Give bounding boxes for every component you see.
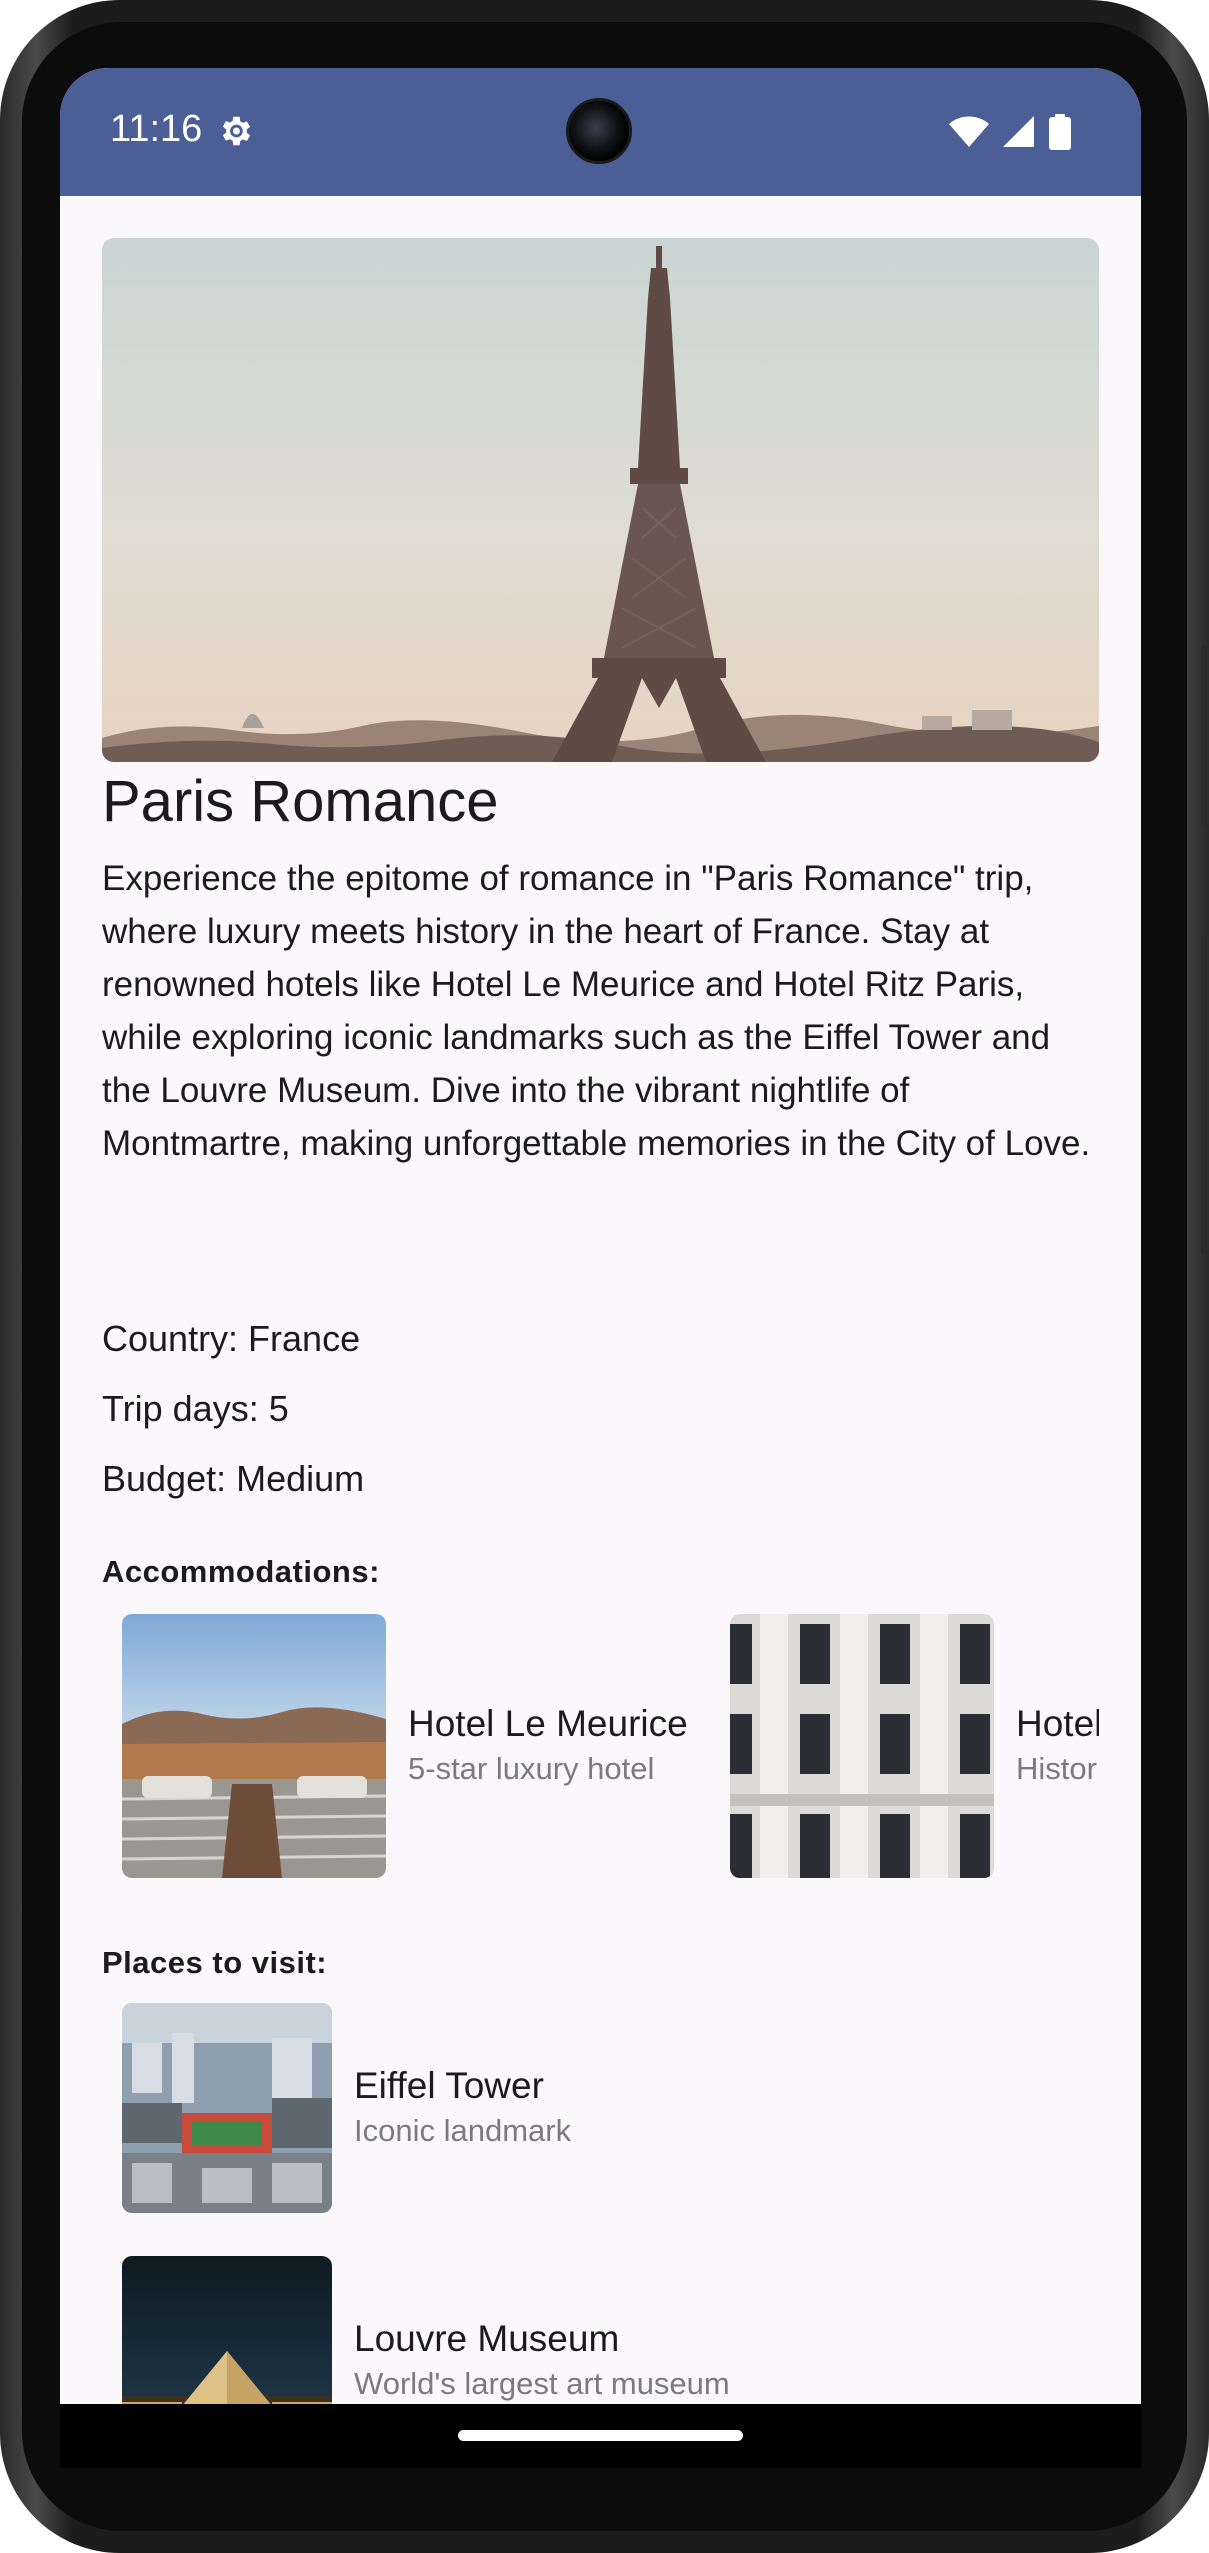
trip-days: Trip days: 5 [102, 1388, 289, 1429]
place-name: Eiffel Tower [354, 2065, 544, 2106]
status-time: 11:16 [110, 108, 203, 150]
trip-budget: Budget: Medium [102, 1458, 365, 1499]
trip-description: Experience the epitome of romance in "Pa… [102, 859, 1091, 1163]
hotel-ritz-paris-image [730, 1614, 994, 1878]
trip-country: Country: France [102, 1318, 361, 1359]
screen: 11:16 Paris Romance Experience the epito… [60, 68, 1141, 2468]
volume-button [1201, 935, 1209, 1255]
place-card[interactable]: Eiffel Tower Iconic landmark [122, 2003, 571, 2213]
accommodation-subtitle: 5-star luxury hotel [408, 1751, 655, 1786]
accommodation-card[interactable]: Hotel Ritz Paris Historic luxury hotel [730, 1614, 1099, 1878]
wifi-icon [949, 116, 989, 147]
power-button [1201, 645, 1209, 825]
eiffel-tower-thumbnail [122, 2003, 332, 2213]
accommodation-name: Hotel Le Meurice [408, 1703, 688, 1744]
place-subtitle: World's largest art museum [354, 2366, 730, 2401]
place-name: Louvre Museum [354, 2318, 620, 2359]
accommodations-carousel[interactable]: Hotel Le Meurice 5-star luxury hotel Hot… [102, 1614, 1099, 1878]
accommodation-subtitle: Historic luxury hotel [1016, 1751, 1099, 1786]
battery-icon [1049, 114, 1071, 150]
settings-icon [222, 116, 251, 146]
trip-title: Paris Romance [102, 769, 499, 834]
accommodation-card[interactable]: Hotel Le Meurice 5-star luxury hotel [122, 1614, 688, 1878]
hero-image [102, 238, 1099, 762]
place-subtitle: Iconic landmark [354, 2113, 572, 2148]
eiffel-tower-image [102, 238, 1099, 762]
places-heading: Places to visit: [102, 1945, 328, 1980]
hotel-le-meurice-image [122, 1614, 386, 1878]
home-gesture-handle[interactable] [458, 2430, 743, 2441]
front-camera [566, 98, 632, 164]
status-bar: 11:16 [60, 68, 1141, 196]
cellular-signal-icon [1003, 116, 1034, 147]
accommodations-heading: Accommodations: [102, 1554, 380, 1589]
accommodation-name: Hotel Ritz Paris [1016, 1703, 1099, 1744]
status-icons [949, 112, 1071, 152]
device-frame: 11:16 Paris Romance Experience the epito… [0, 0, 1209, 2553]
